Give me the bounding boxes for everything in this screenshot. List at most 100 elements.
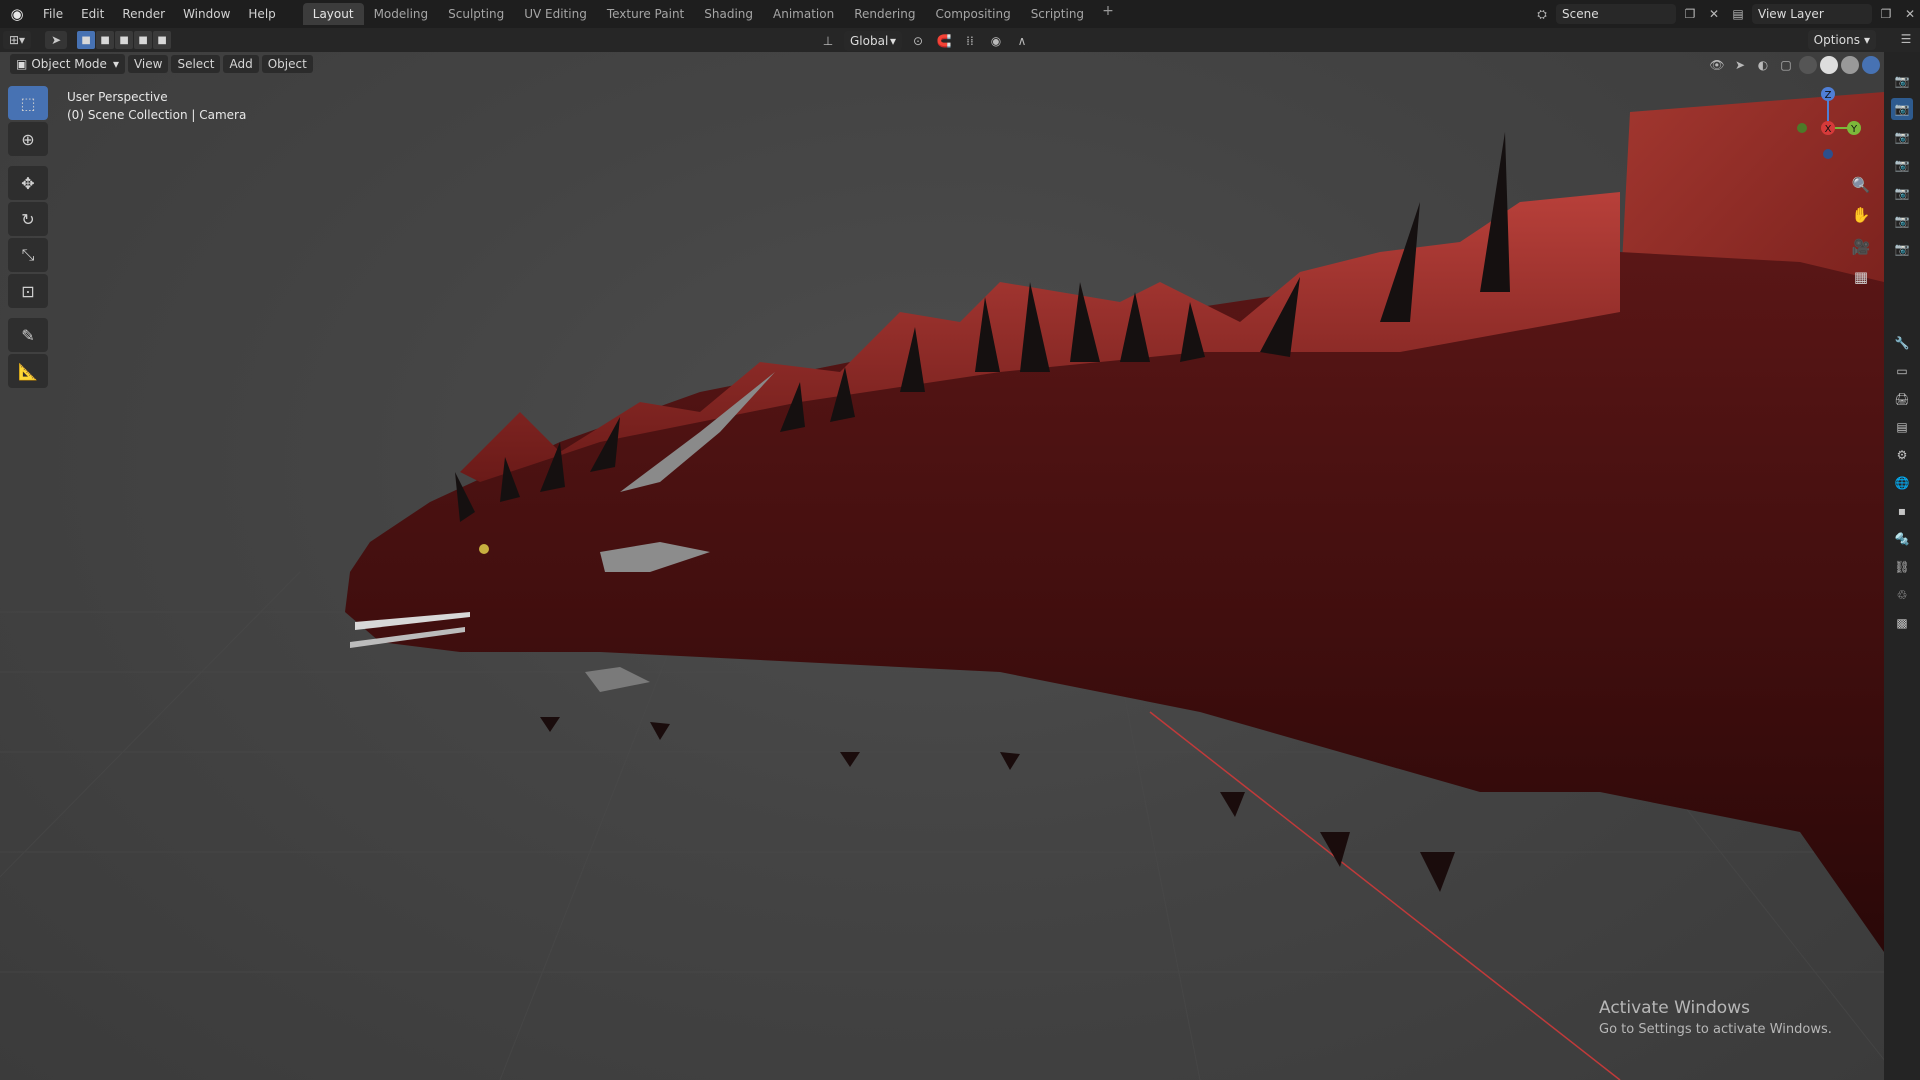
selection-modes: ■ ■ ■ ■ ■: [77, 31, 172, 49]
select-box-tool[interactable]: ⬚: [8, 86, 48, 120]
tab-scripting[interactable]: Scripting: [1021, 3, 1094, 25]
options-dropdown[interactable]: Options ▾: [1807, 30, 1876, 50]
3d-viewport[interactable]: ▣ Object Mode ▾ View Select Add Object 👁…: [0, 52, 1884, 1080]
measure-tool[interactable]: 📐: [8, 354, 48, 388]
falloff-icon[interactable]: ∧: [1012, 34, 1032, 48]
scene-field[interactable]: Scene: [1556, 4, 1676, 24]
zoom-icon[interactable]: 🔍: [1848, 172, 1874, 198]
add-workspace-button[interactable]: +: [1094, 3, 1122, 25]
viewport-menu-add[interactable]: Add: [223, 55, 259, 73]
camera-icon[interactable]: 📷: [1891, 238, 1913, 260]
rendered-shading-icon[interactable]: [1862, 56, 1880, 74]
select-intersect-icon[interactable]: ■: [153, 31, 172, 49]
visibility-icon[interactable]: 👁: [1707, 58, 1727, 72]
camera-icon[interactable]: 📷: [1891, 182, 1913, 204]
options-label: Options: [1813, 33, 1860, 47]
rotate-tool[interactable]: ↻: [8, 202, 48, 236]
scene-properties-icon[interactable]: ⚙: [1891, 444, 1913, 466]
viewport-header: ▣ Object Mode ▾ View Select Add Object 👁…: [0, 52, 1884, 76]
data-properties-icon[interactable]: ♲: [1891, 584, 1913, 606]
viewport-shading-controls: 👁 ➤ ◐ ▢: [1707, 56, 1880, 74]
activate-title: Activate Windows: [1599, 998, 1750, 1018]
tool-header: ⊞▾ ➤ ■ ■ ■ ■ ■ ⊥ Global ▾ ⊙ 🧲 ⁞⁞ ◉ ∧ Opt…: [0, 28, 1920, 52]
constraint-properties-icon[interactable]: ⛓: [1891, 556, 1913, 578]
tab-rendering[interactable]: Rendering: [844, 3, 925, 25]
close-view-layer-icon[interactable]: ✕: [1900, 7, 1920, 21]
select-new-icon[interactable]: ■: [77, 31, 96, 49]
move-tool[interactable]: ✥: [8, 166, 48, 200]
camera-icon[interactable]: 📷: [1891, 126, 1913, 148]
view-layer-icon[interactable]: ▤: [1728, 7, 1748, 21]
tab-uv-editing[interactable]: UV Editing: [514, 3, 597, 25]
tab-compositing[interactable]: Compositing: [925, 3, 1020, 25]
menu-window[interactable]: Window: [174, 3, 239, 25]
select-extend-icon[interactable]: ■: [96, 31, 115, 49]
top-bar: ◉ File Edit Render Window Help Layout Mo…: [0, 0, 1920, 28]
transform-tool[interactable]: ⊡: [8, 274, 48, 308]
pan-hand-icon[interactable]: ✋: [1848, 202, 1874, 228]
menu-file[interactable]: File: [34, 3, 72, 25]
viewport-menu-object[interactable]: Object: [261, 55, 313, 73]
tab-sculpting[interactable]: Sculpting: [438, 3, 514, 25]
overlays-icon[interactable]: ◐: [1753, 58, 1773, 72]
tab-shading[interactable]: Shading: [694, 3, 763, 25]
camera-icon[interactable]: 📷: [1891, 210, 1913, 232]
object-mode-icon: ▣: [16, 57, 28, 71]
tab-modeling[interactable]: Modeling: [364, 3, 439, 25]
menu-render[interactable]: Render: [113, 3, 174, 25]
view-layer-field[interactable]: View Layer: [1752, 4, 1872, 24]
select-invert-icon[interactable]: ■: [134, 31, 153, 49]
wireframe-shading-icon[interactable]: [1799, 56, 1817, 74]
perspective-label: User Perspective: [67, 90, 168, 104]
gizmo-toggle-icon[interactable]: ➤: [1730, 58, 1750, 72]
editor-type-button[interactable]: ⊞▾: [3, 31, 32, 49]
transform-controls: ⊥ Global ▾ ⊙ 🧲 ⁞⁞ ◉ ∧: [818, 31, 1032, 51]
chevron-down-icon: ▾: [112, 57, 119, 71]
camera-icon[interactable]: 📷: [1891, 98, 1913, 120]
view-layer-name: View Layer: [1758, 7, 1824, 21]
viewport-menu-select[interactable]: Select: [171, 55, 221, 73]
proportional-edit-icon[interactable]: ◉: [986, 34, 1006, 48]
render-properties-icon[interactable]: ▭: [1891, 360, 1913, 382]
scene-icon[interactable]: ⛭: [1532, 7, 1552, 22]
blender-logo-icon[interactable]: ◉: [0, 0, 34, 28]
viewport-menu-view[interactable]: View: [127, 55, 169, 73]
copy-scene-icon[interactable]: ❐: [1680, 7, 1700, 21]
tab-layout[interactable]: Layout: [302, 3, 364, 25]
select-tool-button[interactable]: ➤: [45, 31, 68, 49]
scale-tool[interactable]: ⤡: [8, 238, 48, 272]
transform-orientation-value: Global: [850, 34, 889, 48]
object-mode-select[interactable]: ▣ Object Mode ▾: [10, 54, 125, 74]
output-properties-icon[interactable]: 🖨: [1891, 388, 1913, 410]
modifier-properties-icon[interactable]: 🔩: [1891, 528, 1913, 550]
transform-orientation-select[interactable]: Global ▾: [844, 31, 902, 51]
cursor-tool[interactable]: ⊕: [8, 122, 48, 156]
material-shading-icon[interactable]: [1841, 56, 1859, 74]
tab-texture-paint[interactable]: Texture Paint: [597, 3, 694, 25]
annotate-tool[interactable]: ✎: [8, 318, 48, 352]
camera-icon[interactable]: 📷: [1891, 70, 1913, 92]
object-properties-icon[interactable]: ▪: [1891, 500, 1913, 522]
xray-icon[interactable]: ▢: [1776, 58, 1796, 72]
gizmo-x-label: X: [1825, 124, 1832, 135]
chevron-down-icon: ▾: [1863, 33, 1870, 47]
menu-help[interactable]: Help: [239, 3, 284, 25]
snap-icon[interactable]: 🧲: [934, 34, 954, 48]
camera-icon[interactable]: 📷: [1891, 154, 1913, 176]
texture-properties-icon[interactable]: ▩: [1891, 612, 1913, 634]
outliner-icon[interactable]: ☰: [1896, 32, 1916, 46]
menu-edit[interactable]: Edit: [72, 3, 113, 25]
pivot-icon[interactable]: ⊙: [908, 34, 928, 48]
tab-animation[interactable]: Animation: [763, 3, 844, 25]
world-properties-icon[interactable]: 🌐: [1891, 472, 1913, 494]
perspective-toggle-icon[interactable]: ▦: [1848, 264, 1874, 290]
select-subtract-icon[interactable]: ■: [115, 31, 134, 49]
view-layer-properties-icon[interactable]: ▤: [1891, 416, 1913, 438]
camera-view-icon[interactable]: 🎥: [1848, 234, 1874, 260]
snap-target-icon[interactable]: ⁞⁞: [960, 34, 980, 48]
tool-settings-icon[interactable]: 🔧: [1891, 332, 1913, 354]
close-scene-icon[interactable]: ✕: [1704, 7, 1724, 21]
copy-view-layer-icon[interactable]: ❐: [1876, 7, 1896, 21]
solid-shading-icon[interactable]: [1820, 56, 1838, 74]
navigation-gizmo[interactable]: Z Y X: [1788, 80, 1868, 160]
